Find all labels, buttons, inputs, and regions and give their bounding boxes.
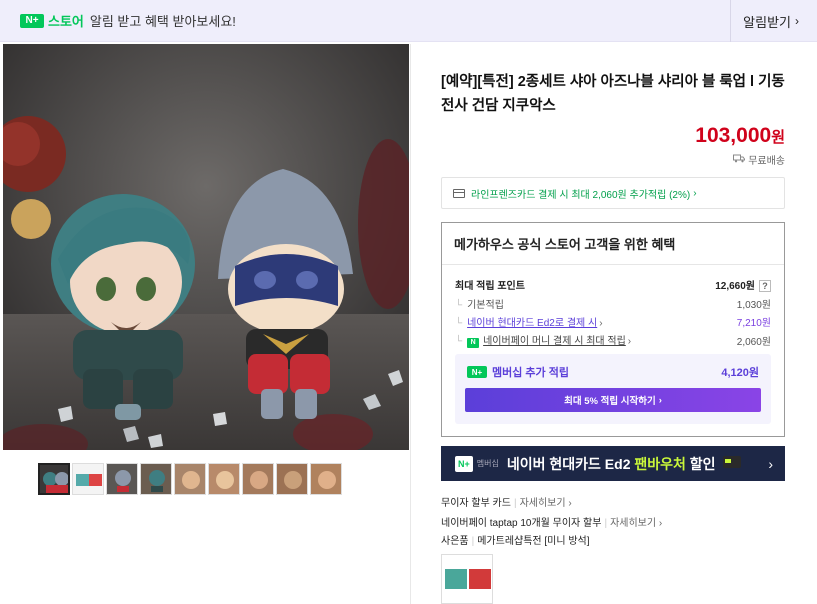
shipping-label: 무료배송	[748, 156, 785, 167]
gift-image[interactable]	[441, 554, 493, 604]
chevron-right-icon: ›	[795, 14, 799, 28]
membership-box: N+ 멤버십 추가 적립 4,120원 최대 5% 적립 시작하기 ›	[455, 354, 771, 424]
max-points-value: 12,660원	[715, 281, 755, 292]
card-icon	[722, 454, 742, 473]
promo-text: 네이버 현대카드 Ed2 팬바우처 할인	[507, 454, 716, 474]
thumbnail-6[interactable]	[208, 463, 240, 495]
naver-plus-membership-badge: N+	[455, 455, 473, 472]
promo-text-highlight: 팬바우처	[634, 455, 686, 472]
thumbnail-3[interactable]	[106, 463, 138, 495]
thumbnail-5[interactable]	[174, 463, 206, 495]
price-unit: 원	[771, 129, 785, 146]
membership-row: N+ 멤버십 추가 적립 4,120원	[467, 364, 759, 380]
gift-row: 사은품 | 메가트레샵특전 [미니 방석]	[441, 536, 590, 547]
thumbnail-2[interactable]	[72, 463, 104, 495]
thumbnail-strip	[38, 463, 342, 495]
interest-free-card-row: 무이자 할부 카드 | 자세히보기 ›	[441, 498, 572, 509]
npay-icon: N	[467, 338, 480, 348]
taptap-row: 네이버페이 taptap 10개월 무이자 할부 | 자세히보기 ›	[441, 518, 663, 529]
thumbnail-1[interactable]	[38, 463, 70, 495]
promo-text-a: 네이버 현대카드 Ed2	[506, 455, 635, 472]
truck-icon	[733, 154, 746, 166]
tree-branch-icon: └	[455, 336, 463, 347]
max-points-row: 최대 적립 포인트 12,660원?	[455, 277, 771, 292]
max-points-value-wrap: 12,660원?	[715, 277, 771, 292]
promo-text-c: 할인	[685, 455, 716, 472]
tree-branch-icon: └	[455, 300, 463, 311]
alarm-subscribe-button[interactable]: 알림받기 ›	[730, 0, 799, 42]
naver-plus-icon: N+	[20, 13, 44, 28]
start-membership-button[interactable]: 최대 5% 적립 시작하기 ›	[465, 388, 761, 412]
gift-value: 메가트레샵특전 [미니 방석]	[477, 536, 590, 547]
chevron-right-icon: ›	[693, 187, 697, 199]
hyundai-card-link[interactable]: 네이버 현대카드 Ed2로 결제 시	[467, 318, 597, 329]
card-benefit-link[interactable]: 라인프렌즈카드 결제 시 최대 2,060원 추가적립 (2%) ›	[441, 177, 785, 209]
product-main-image[interactable]	[3, 44, 409, 450]
chevron-right-icon: ›	[565, 498, 572, 509]
taptap-label: 네이버페이 taptap 10개월 무이자 할부	[441, 518, 602, 529]
promo-badge-label: N+	[458, 458, 470, 469]
chevron-right-icon: ›	[627, 336, 632, 347]
benefit-heading: 메가하우스 공식 스토어 고객을 위한 혜택	[442, 223, 784, 265]
details-link[interactable]: 자세히보기	[520, 498, 566, 509]
thumbnail-4[interactable]	[140, 463, 172, 495]
credit-card-icon	[453, 188, 465, 198]
npay-money-link[interactable]: 네이버페이 머니 결제 시 최대 적립	[483, 336, 626, 347]
column-divider	[410, 44, 411, 604]
promo-badge-sub: 멤버십	[476, 459, 499, 468]
alarm-subscribe-label: 알림받기	[743, 14, 791, 30]
price-value: 103,000	[695, 124, 772, 147]
naver-plus-icon: N+	[467, 366, 487, 378]
membership-value: 4,120원	[721, 367, 759, 379]
membership-label: 멤버십 추가 적립	[492, 367, 569, 379]
chevron-right-icon: ›	[768, 455, 773, 472]
chevron-right-icon: ›	[656, 518, 663, 529]
chevron-right-icon: ›	[599, 318, 603, 329]
tree-branch-icon: └	[455, 318, 463, 329]
banner-message: 알림 받고 혜택 받아보세요!	[89, 14, 236, 29]
start-membership-label: 최대 5% 적립 시작하기	[564, 396, 656, 407]
benefit-row-basic: └ 기본적립 1,030원	[455, 296, 771, 311]
max-points-label: 최대 적립 포인트	[455, 281, 525, 292]
help-icon[interactable]: ?	[759, 280, 771, 292]
benefit-row-npay: └ N 네이버페이 머니 결제 시 최대 적립 › 2,060원	[455, 332, 771, 348]
notification-banner: N+ 스토어 알림 받고 혜택 받아보세요! 알림받기 ›	[0, 0, 817, 42]
thumbnail-8[interactable]	[276, 463, 308, 495]
gift-label: 사은품	[441, 536, 469, 547]
thumbnail-9[interactable]	[310, 463, 342, 495]
card-benefit-text: 라인프렌즈카드 결제 시 최대 2,060원 추가적립 (2%)	[471, 189, 691, 201]
naver-plus-store-logo: N+ 스토어	[20, 11, 84, 30]
thumbnail-7[interactable]	[242, 463, 274, 495]
interest-free-label: 무이자 할부 카드	[441, 498, 511, 509]
benefit-row-label: 기본적립	[467, 300, 504, 311]
hyundai-card-promo-banner[interactable]: N+ 멤버십 네이버 현대카드 Ed2 팬바우처 할인 ›	[441, 446, 785, 481]
shipping-info: 무료배송	[733, 152, 785, 167]
benefit-row-value: 1,030원	[736, 300, 771, 311]
product-title: [예약][특전] 2종세트 샤아 아즈나블 샤리아 블 룩업 l 기동전사 건담…	[441, 74, 785, 114]
benefit-row-card: └ 네이버 현대카드 Ed2로 결제 시 › 7,210원	[455, 314, 771, 329]
benefit-row-value: 2,060원	[736, 336, 771, 348]
chevron-right-icon: ›	[658, 394, 662, 406]
store-label: 스토어	[48, 14, 84, 29]
benefit-row-value: 7,210원	[736, 318, 771, 329]
price: 103,000원	[695, 124, 785, 148]
store-benefit-box: 메가하우스 공식 스토어 고객을 위한 혜택 최대 적립 포인트 12,660원…	[441, 222, 785, 437]
details-link[interactable]: 자세히보기	[610, 518, 656, 529]
